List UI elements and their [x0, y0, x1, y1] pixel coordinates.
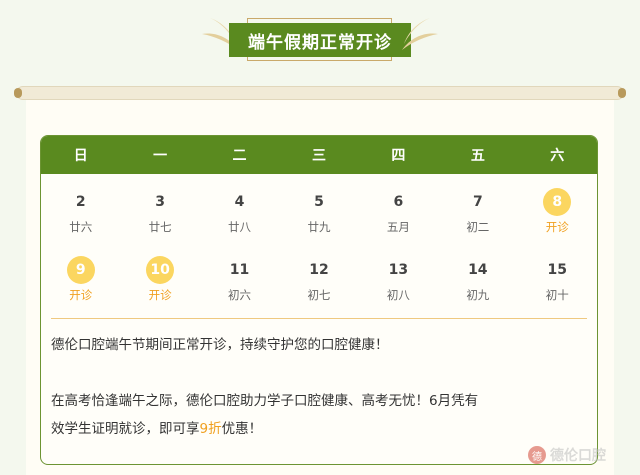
calendar-day-open: 10 开诊 — [120, 256, 199, 318]
day-number-highlight: 10 — [146, 256, 175, 284]
calendar-day-open: 9 开诊 — [41, 256, 120, 318]
weekday-sun: 日 — [73, 148, 88, 164]
day-number: 5 — [314, 194, 324, 210]
notice-line: 在高考恰逢端午之际，德伦口腔助力学子口腔健康、高考无忧！6月凭有 — [51, 393, 479, 409]
discount-highlight: 9折 — [199, 421, 222, 437]
calendar-day: 12 初七 — [279, 256, 358, 318]
scroll-rod — [16, 86, 624, 100]
day-number: 2 — [75, 194, 86, 210]
day-label-open: 开诊 — [69, 288, 93, 302]
day-label: 初九 — [466, 288, 490, 302]
day-number-highlight: 8 — [543, 188, 572, 216]
day-label-open: 开诊 — [148, 288, 172, 302]
day-number: 3 — [155, 194, 165, 210]
calendar-day: 4 廿八 — [200, 188, 279, 256]
calendar-day: 6 五月 — [359, 188, 438, 256]
calendar-day: 3 廿七 — [120, 188, 199, 256]
day-label: 廿九 — [307, 220, 331, 234]
day-label-open: 开诊 — [545, 220, 569, 234]
notice-line: 效学生证明就诊，即可享9折优惠！ — [51, 415, 587, 443]
day-number: 7 — [472, 194, 483, 210]
notice-text: 德伦口腔端午节期间正常开诊，持续守护您的口腔健康！ 在高考恰逢端午之际，德伦口腔… — [41, 319, 597, 443]
day-label: 初十 — [545, 288, 569, 302]
watermark: 德 德伦口腔 — [528, 440, 638, 470]
day-label: 初七 — [307, 288, 331, 302]
calendar-card: 日 一 二 三 四 五 六 2 廿六 3 廿七 4 廿八 5 廿九 6 五月 7… — [40, 135, 598, 465]
day-label: 五月 — [386, 220, 410, 234]
weekday-sat: 六 — [550, 148, 565, 164]
day-label: 初八 — [386, 288, 410, 302]
calendar-day: 11 初六 — [200, 256, 279, 318]
weekday-wed: 三 — [311, 148, 326, 164]
title-banner: 端午假期正常开诊 — [0, 0, 640, 70]
calendar-week: 2 廿六 3 廿七 4 廿八 5 廿九 6 五月 7 初二 8 开诊 — [41, 188, 597, 256]
calendar-day-open: 8 开诊 — [518, 188, 597, 256]
page-title: 端午假期正常开诊 — [229, 23, 411, 57]
day-label: 初六 — [228, 288, 252, 302]
day-number: 11 — [229, 262, 250, 278]
notice-text-pre: 效学生证明就诊，即可享 — [51, 421, 200, 437]
scroll-knob-left — [14, 88, 22, 98]
scroll-knob-right — [618, 88, 626, 98]
day-number: 12 — [309, 262, 329, 278]
notice-line: 德伦口腔端午节期间正常开诊，持续守护您的口腔健康！ — [51, 337, 389, 353]
day-number: 6 — [393, 194, 404, 210]
notice-text-post: 优惠！ — [221, 421, 263, 437]
weekday-tue: 二 — [232, 148, 247, 164]
day-label: 廿六 — [69, 220, 93, 234]
day-label: 廿七 — [148, 220, 172, 234]
calendar-day: 2 廿六 — [41, 188, 120, 256]
calendar-day: 13 初八 — [359, 256, 438, 318]
day-number: 14 — [468, 262, 488, 278]
day-number: 4 — [234, 194, 245, 210]
weekday-fri: 五 — [470, 148, 485, 164]
watermark-text: 德伦口腔 — [550, 448, 606, 464]
day-number: 15 — [547, 262, 567, 278]
brand-logo-icon: 德 — [528, 446, 546, 464]
wheat-leaf-icon — [402, 18, 438, 50]
calendar-week: 9 开诊 10 开诊 11 初六 12 初七 13 初八 14 初九 15 初十 — [41, 256, 597, 318]
day-number: 13 — [388, 262, 409, 278]
day-label: 初二 — [466, 220, 490, 234]
calendar-day: 15 初十 — [518, 256, 597, 318]
calendar-day: 14 初九 — [438, 256, 517, 318]
day-label: 廿八 — [228, 220, 252, 234]
calendar-day: 5 廿九 — [279, 188, 358, 256]
weekday-mon: 一 — [153, 148, 168, 164]
calendar-day: 7 初二 — [438, 188, 517, 256]
weekday-header: 日 一 二 三 四 五 六 — [41, 136, 597, 174]
weekday-thu: 四 — [391, 148, 406, 164]
day-number-highlight: 9 — [66, 256, 95, 284]
